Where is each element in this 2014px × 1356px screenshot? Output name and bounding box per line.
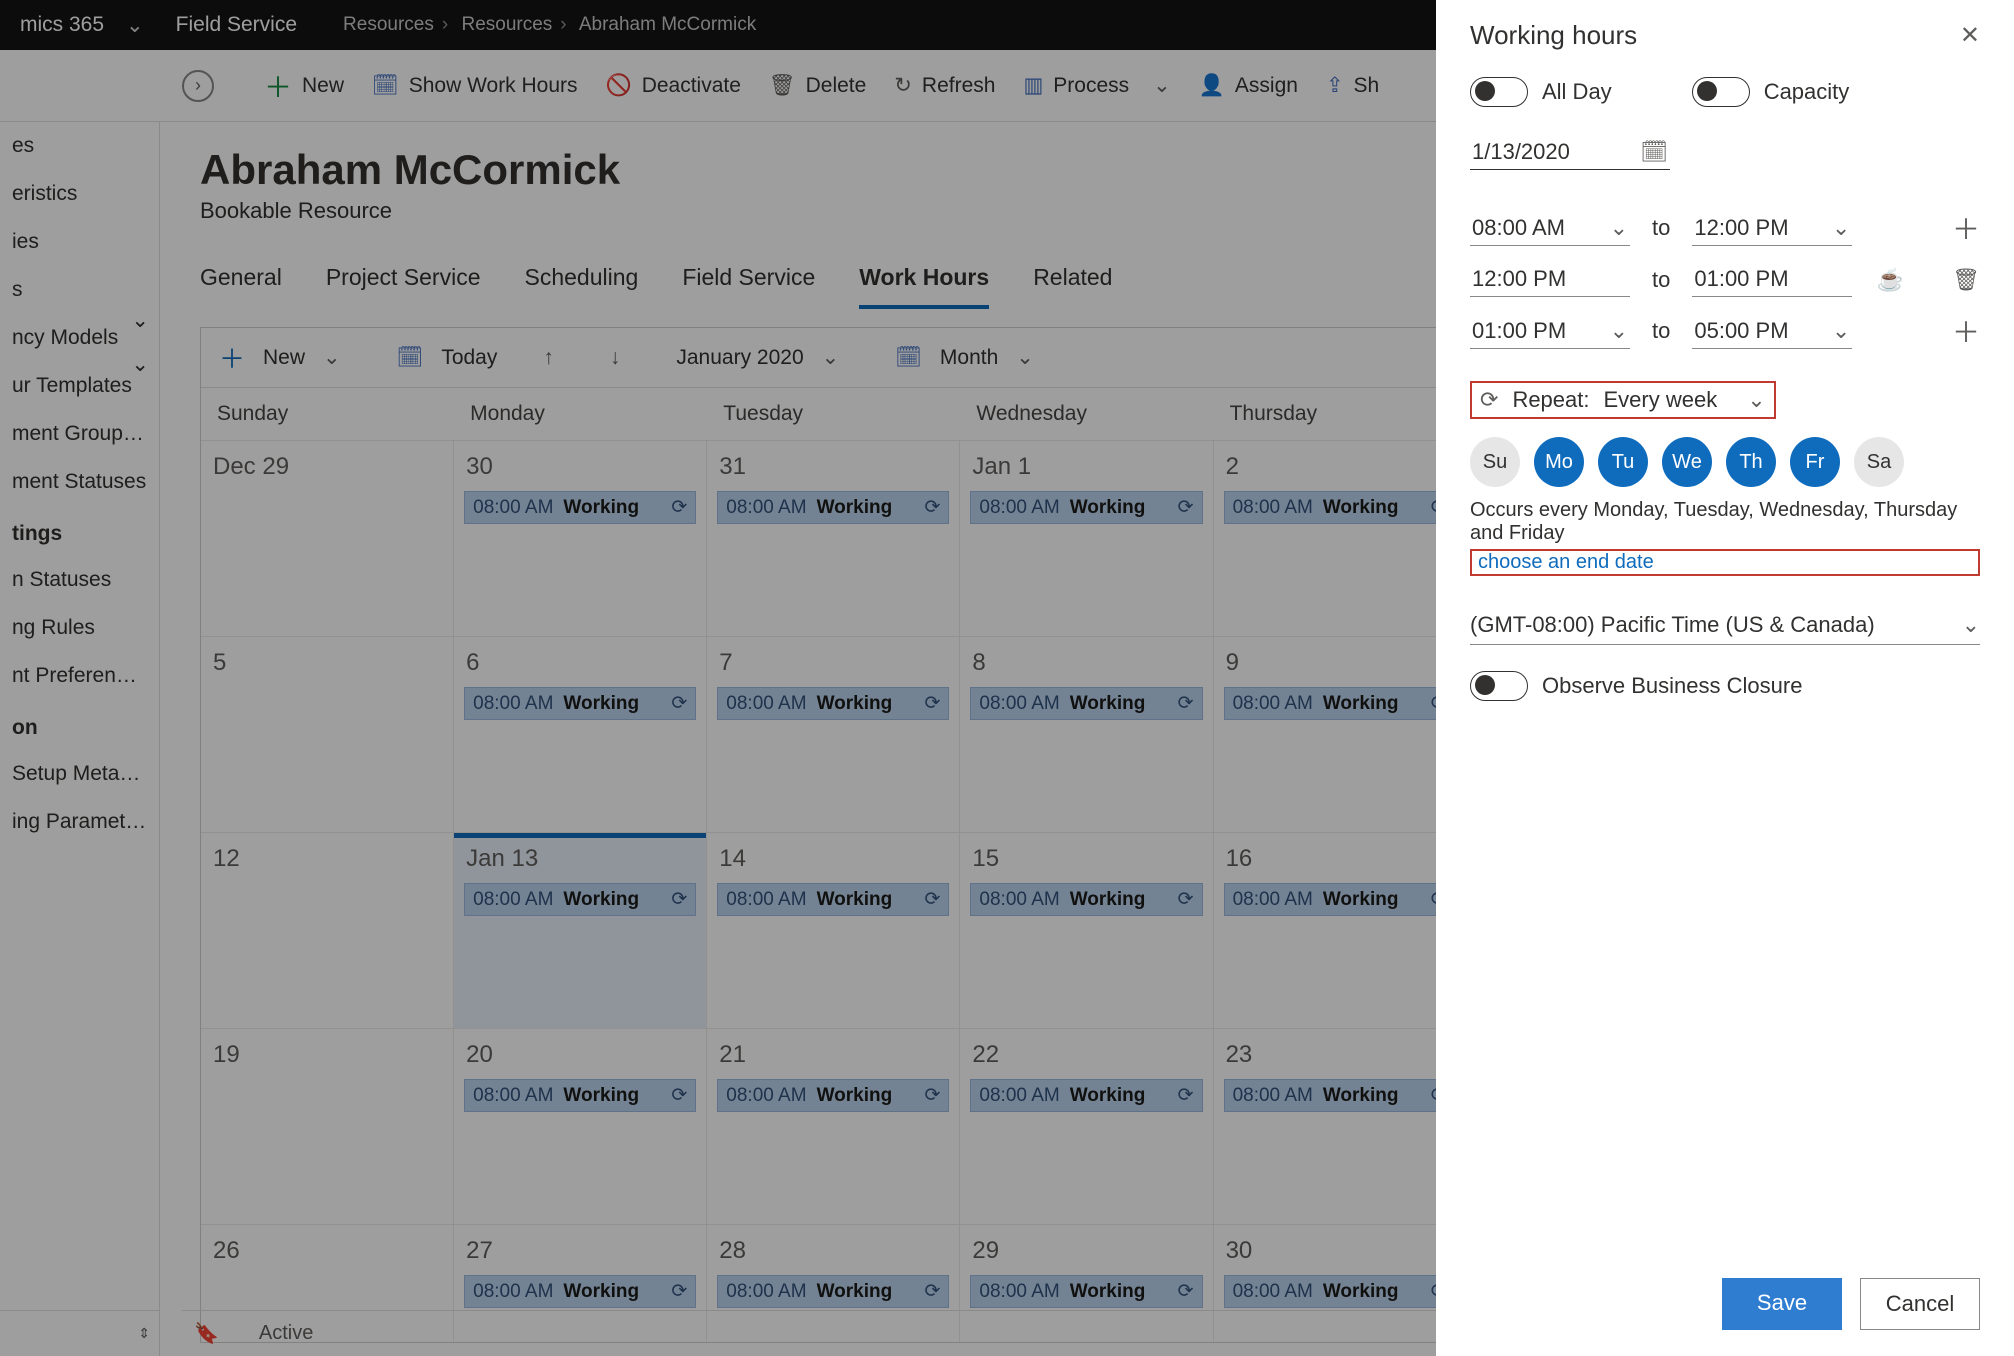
chevron-down-icon: ⌄ xyxy=(1962,612,1980,638)
day-chip-tu[interactable]: Tu xyxy=(1598,437,1648,487)
repeat-label: Repeat: xyxy=(1512,387,1589,413)
to-label: to xyxy=(1652,215,1670,241)
chevron-down-icon: ⌄ xyxy=(1747,387,1765,413)
time-from-input[interactable]: 01:00 PM⌄ xyxy=(1470,314,1630,349)
date-input[interactable]: 1/13/2020 🗓 xyxy=(1470,135,1670,170)
panel-title: Working hours xyxy=(1470,20,1637,51)
day-chip-fr[interactable]: Fr xyxy=(1790,437,1840,487)
capacity-toggle[interactable] xyxy=(1692,77,1750,107)
chevron-down-icon: ⌄ xyxy=(1832,215,1850,241)
observe-closure-toggle[interactable] xyxy=(1470,671,1528,701)
allday-toggle[interactable] xyxy=(1470,77,1528,107)
observe-closure-label: Observe Business Closure xyxy=(1542,673,1802,699)
chevron-down-icon: ⌄ xyxy=(1610,215,1628,241)
chevron-down-icon: ⌄ xyxy=(1610,318,1628,344)
day-chip-sa[interactable]: Sa xyxy=(1854,437,1904,487)
to-label: to xyxy=(1652,318,1670,344)
add-slot-icon[interactable]: ＋ xyxy=(1952,311,1980,351)
to-label: to xyxy=(1652,267,1670,293)
time-to-input[interactable]: 12:00 PM⌄ xyxy=(1692,211,1852,246)
time-to-input[interactable]: 05:00 PM⌄ xyxy=(1692,314,1852,349)
date-value: 1/13/2020 xyxy=(1472,139,1570,165)
enddate-link[interactable]: choose an end date xyxy=(1478,551,1654,573)
calendar-icon: 🗓 xyxy=(1640,139,1668,165)
save-label: Save xyxy=(1757,1290,1807,1315)
save-button[interactable]: Save xyxy=(1722,1278,1842,1330)
time-from-input[interactable]: 08:00 AM⌄ xyxy=(1470,211,1630,246)
time-from-input[interactable]: 12:00 PM xyxy=(1470,262,1630,297)
break-icon[interactable]: ☕ xyxy=(1877,267,1904,293)
close-icon[interactable]: ✕ xyxy=(1960,21,1980,50)
day-chip-th[interactable]: Th xyxy=(1726,437,1776,487)
time-to-input[interactable]: 01:00 PM xyxy=(1692,262,1852,297)
working-hours-panel: Working hours ✕ All Day Capacity 1/13/20… xyxy=(1436,0,2014,1356)
refresh-icon: ⟳ xyxy=(1480,387,1498,413)
occurs-text: Occurs every Monday, Tuesday, Wednesday,… xyxy=(1470,499,1980,545)
day-chips: Su Mo Tu We Th Fr Sa xyxy=(1470,437,1980,487)
repeat-value: Every week xyxy=(1604,387,1718,413)
time-slot: 08:00 AM⌄ to 12:00 PM⌄ ＋ xyxy=(1470,208,1980,248)
allday-label: All Day xyxy=(1542,79,1612,105)
time-slot: 12:00 PM to 01:00 PM ☕ 🗑 xyxy=(1470,262,1980,297)
day-chip-su[interactable]: Su xyxy=(1470,437,1520,487)
tz-value: (GMT-08:00) Pacific Time (US & Canada) xyxy=(1470,612,1875,638)
timezone-select[interactable]: (GMT-08:00) Pacific Time (US & Canada) ⌄ xyxy=(1470,606,1980,645)
repeat-selector[interactable]: ⟳ Repeat: Every week ⌄ xyxy=(1470,381,1776,419)
trash-icon[interactable]: 🗑 xyxy=(1952,267,1980,293)
time-slot: 01:00 PM⌄ to 05:00 PM⌄ ＋ xyxy=(1470,311,1980,351)
day-chip-mo[interactable]: Mo xyxy=(1534,437,1584,487)
capacity-label: Capacity xyxy=(1764,79,1850,105)
chevron-down-icon: ⌄ xyxy=(1832,318,1850,344)
cancel-label: Cancel xyxy=(1886,1291,1954,1316)
day-chip-we[interactable]: We xyxy=(1662,437,1712,487)
add-slot-icon[interactable]: ＋ xyxy=(1952,208,1980,248)
cancel-button[interactable]: Cancel xyxy=(1860,1278,1980,1330)
choose-end-date[interactable]: choose an end date xyxy=(1470,549,1980,576)
